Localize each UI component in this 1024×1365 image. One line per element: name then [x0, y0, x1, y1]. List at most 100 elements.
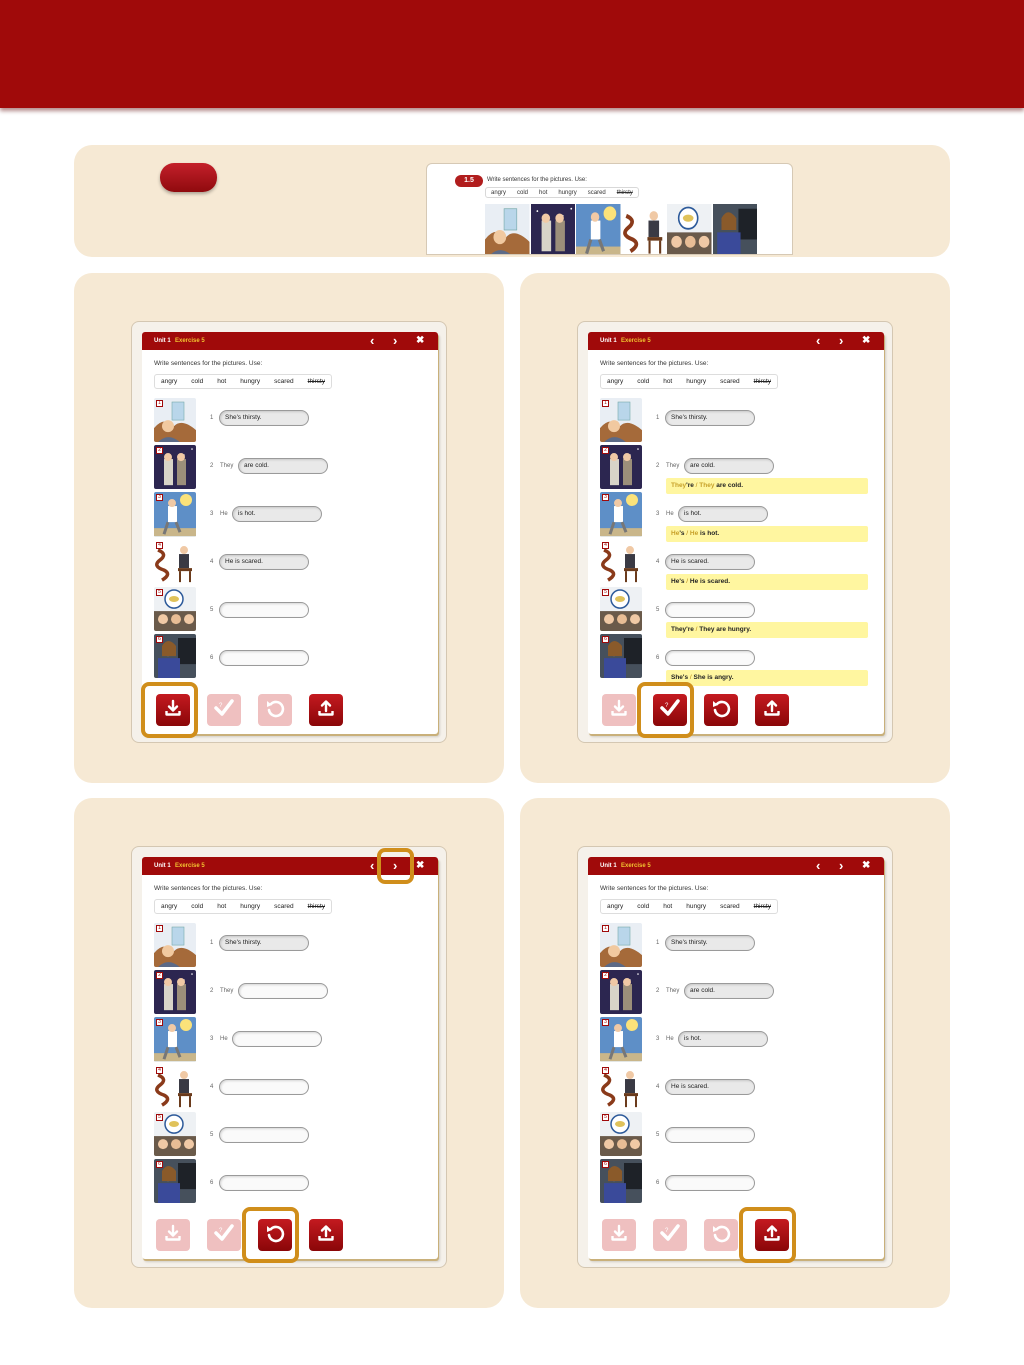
answer-input[interactable]: She's thirsty. [665, 935, 755, 951]
exercise-card: Unit 1 Exercise 5 ‹ › ✖ Write sentences for t… [588, 332, 884, 734]
sentence-prefix: They [220, 988, 234, 994]
answer-input[interactable]: are cold. [684, 983, 774, 999]
check-answers-button[interactable]: ? [207, 1219, 241, 1251]
word-bank-item: hungry [686, 903, 707, 910]
preview-picture [576, 204, 621, 254]
instruction-text: Write sentences for the pictures. Use: [600, 885, 709, 892]
answer-input[interactable] [219, 1175, 309, 1191]
item-number: 2 [656, 988, 660, 994]
item-number: 6 [210, 1180, 214, 1186]
answer-row: 6 [210, 1175, 430, 1191]
answer-row: 5 [210, 602, 430, 618]
start-button[interactable] [160, 163, 217, 192]
chevron-right-icon[interactable]: › [393, 334, 397, 347]
answer-row: 1 She's thirsty. [656, 410, 876, 426]
answer-input[interactable] [219, 1079, 309, 1095]
exercise-picture: 2 [600, 445, 642, 490]
chevron-left-icon[interactable]: ‹ [370, 334, 374, 347]
answer-row: 3 He is hot. [656, 1031, 876, 1047]
chevron-right-icon[interactable]: › [839, 334, 843, 347]
answer-input[interactable] [665, 1127, 755, 1143]
svg-text:?: ? [219, 703, 223, 709]
exercise-picture: 4 [600, 1064, 642, 1109]
upload-button[interactable] [309, 694, 343, 726]
item-number: 2 [210, 463, 214, 469]
word-bank-item: angry [607, 903, 624, 910]
answer-input[interactable]: He is scared. [665, 1079, 755, 1095]
answer-input[interactable]: She's thirsty. [665, 410, 755, 426]
answer-input[interactable] [238, 983, 328, 999]
answer-input[interactable] [665, 650, 755, 666]
sentence-prefix: He [220, 511, 228, 517]
reset-button[interactable] [704, 1219, 738, 1251]
answer-input[interactable]: He is scared. [665, 554, 755, 570]
word-bank-item: hot [217, 378, 227, 385]
preview-picture [485, 204, 530, 254]
upload-icon [763, 699, 781, 722]
exercise-picture: 1 [600, 923, 642, 968]
svg-text:?: ? [219, 1228, 223, 1234]
word-bank-item: cold [637, 378, 650, 385]
answer-row: 6 [656, 650, 876, 666]
highlight-box [377, 848, 414, 884]
upload-button[interactable] [309, 1219, 343, 1251]
download-button[interactable] [156, 1219, 190, 1251]
answer-input[interactable]: He is scared. [219, 554, 309, 570]
answer-input[interactable] [219, 602, 309, 618]
chevron-left-icon[interactable]: ‹ [816, 859, 820, 872]
chevron-left-icon[interactable]: ‹ [816, 334, 820, 347]
word-bank-item: thirsty [307, 903, 325, 910]
answer-input[interactable] [219, 650, 309, 666]
upload-icon [317, 1224, 335, 1247]
download-button[interactable] [602, 1219, 636, 1251]
exercise-window: Unit 1 Exercise 5 ‹ › ✖ Write sentences for t… [131, 321, 447, 743]
exercise-number-badge: 1.5 [455, 175, 483, 187]
download-button[interactable] [602, 694, 636, 726]
answer-input[interactable]: She's thirsty. [219, 935, 309, 951]
exercise-picture: 2 [154, 445, 196, 490]
check-answers-button[interactable]: ? [207, 694, 241, 726]
answer-input[interactable]: are cold. [684, 458, 774, 474]
word-bank: angry cold hot hungry scared thirsty [154, 374, 332, 389]
close-icon[interactable]: ✖ [862, 334, 870, 347]
answer-input[interactable] [665, 1175, 755, 1191]
answer-input[interactable]: is hot. [678, 1031, 768, 1047]
check-answers-button[interactable]: ? [653, 1219, 687, 1251]
upload-button[interactable] [755, 694, 789, 726]
exercise-picture: 3 [600, 492, 642, 537]
exercise-card: Unit 1 Exercise 5 ‹ › ✖ Write sentences for t… [142, 857, 438, 1259]
reset-button[interactable] [704, 694, 738, 726]
download-icon [610, 1224, 628, 1247]
picture-column: 123456 [600, 923, 642, 1204]
answer-row: 1 She's thirsty. [210, 410, 430, 426]
exercise-card: Unit 1 Exercise 5 ‹ › ✖ Write sentences for t… [588, 857, 884, 1259]
exercise-picture: 5 [600, 586, 642, 631]
word-bank-item: hot [217, 903, 227, 910]
answer-input[interactable] [232, 1031, 322, 1047]
close-icon[interactable]: ✖ [416, 859, 424, 872]
word-bank-item: thirsty [753, 378, 771, 385]
chevron-left-icon[interactable]: ‹ [370, 859, 374, 872]
exercise-picture: 4 [154, 1064, 196, 1109]
item-number: 6 [656, 655, 660, 661]
close-icon[interactable]: ✖ [862, 859, 870, 872]
close-icon[interactable]: ✖ [416, 334, 424, 347]
item-number: 1 [210, 940, 214, 946]
exercise-picture: 5 [154, 586, 196, 631]
highlight-box [242, 1207, 299, 1263]
exercise-picture: 6 [600, 1158, 642, 1204]
answer-input[interactable] [665, 602, 755, 618]
exercise-picture: 1 [600, 398, 642, 443]
answer-row: 2 They [210, 983, 430, 999]
answer-input[interactable] [219, 1127, 309, 1143]
exercise-card: Unit 1 Exercise 5 ‹ › ✖ Write sentences for t… [142, 332, 438, 734]
answer-input[interactable]: is hot. [232, 506, 322, 522]
answer-input[interactable]: are cold. [238, 458, 328, 474]
answer-input[interactable]: She's thirsty. [219, 410, 309, 426]
preview-picture [621, 204, 666, 254]
chevron-right-icon[interactable]: › [839, 859, 843, 872]
word-bank-item: scared [720, 378, 740, 385]
reset-button[interactable] [258, 694, 292, 726]
answer-input[interactable]: is hot. [678, 506, 768, 522]
instruction-text: Write sentences for the pictures. Use: [154, 885, 263, 892]
